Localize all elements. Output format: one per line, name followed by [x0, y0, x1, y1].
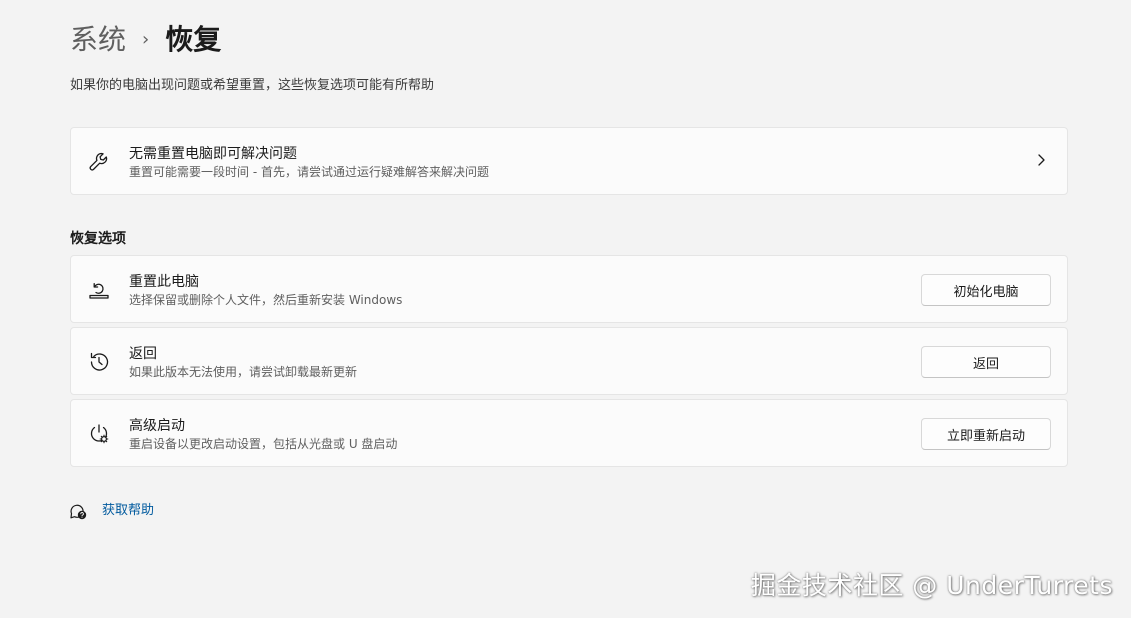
advanced-startup-icon	[90, 424, 109, 444]
wrench-icon	[89, 152, 108, 171]
go-back-title: 返回	[129, 346, 157, 362]
advanced-startup-card: 高级启动 重启设备以更改启动设置，包括从光盘或 U 盘启动 立即重新启动	[70, 399, 1068, 467]
reset-pc-button[interactable]: 初始化电脑	[921, 274, 1051, 306]
page-title: 恢复	[165, 23, 222, 56]
history-icon	[90, 352, 109, 371]
troubleshoot-title: 无需重置电脑即可解决问题	[129, 146, 297, 162]
restart-now-button[interactable]: 立即重新启动	[921, 418, 1051, 450]
troubleshoot-card[interactable]: 无需重置电脑即可解决问题 重置可能需要一段时间 - 首先，请尝试通过运行疑难解答…	[70, 127, 1068, 195]
breadcrumb-separator: ›	[142, 29, 150, 50]
get-help-label[interactable]: 获取帮助	[102, 501, 154, 521]
page-description: 如果你的电脑出现问题或希望重置，这些恢复选项可能有所帮助	[70, 78, 435, 93]
breadcrumb-parent-system[interactable]: 系统	[70, 20, 126, 60]
get-help-link[interactable]: 获取帮助	[68, 500, 154, 522]
reset-pc-subtitle: 选择保留或删除个人文件，然后重新安装 Windows	[129, 293, 403, 307]
advanced-startup-subtitle: 重启设备以更改启动设置，包括从光盘或 U 盘启动	[129, 437, 398, 451]
watermark: 掘金技术社区 @ UnderTurrets	[750, 571, 1113, 600]
recovery-options-heading: 恢复选项	[70, 231, 126, 247]
help-icon	[70, 504, 87, 520]
troubleshoot-subtitle: 重置可能需要一段时间 - 首先，请尝试通过运行疑难解答来解决问题	[129, 165, 489, 179]
advanced-startup-title: 高级启动	[129, 418, 185, 434]
go-back-subtitle: 如果此版本无法使用，请尝试卸载最新更新	[129, 365, 358, 379]
reset-pc-icon	[89, 282, 109, 299]
reset-pc-card: 重置此电脑 选择保留或删除个人文件，然后重新安装 Windows 初始化电脑	[70, 255, 1068, 323]
breadcrumb: 系统 › 恢复	[70, 20, 221, 60]
go-back-card: 返回 如果此版本无法使用，请尝试卸载最新更新 返回	[70, 327, 1068, 395]
go-back-button[interactable]: 返回	[921, 346, 1051, 378]
reset-pc-title: 重置此电脑	[129, 274, 199, 290]
chevron-right-icon	[1038, 154, 1045, 166]
